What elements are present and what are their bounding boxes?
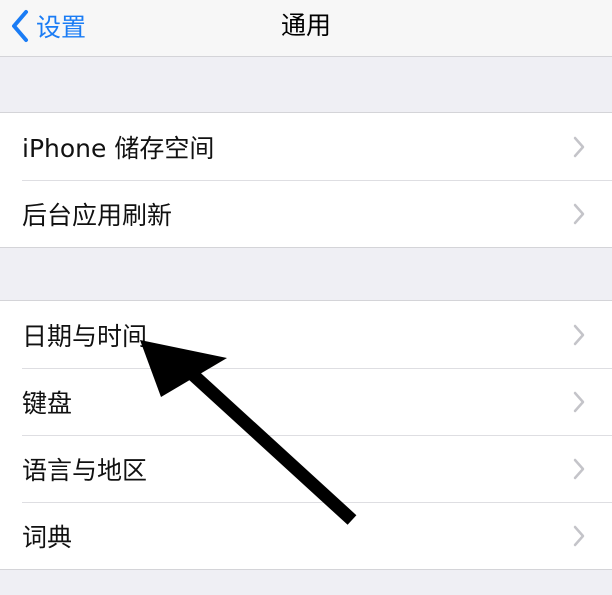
chevron-right-icon [572, 457, 586, 481]
list-item-label: 键盘 [22, 388, 73, 418]
list-item-iphone-storage[interactable]: iPhone 储存空间 [0, 113, 612, 180]
navigation-bar: 设置 通用 [0, 0, 612, 57]
chevron-right-icon [572, 135, 586, 159]
list-item-background-app-refresh[interactable]: 后台应用刷新 [0, 180, 612, 247]
page-title: 通用 [280, 11, 331, 40]
list-item-label: 后台应用刷新 [22, 200, 173, 230]
chevron-right-icon [572, 390, 586, 414]
list-item-label: 日期与时间 [22, 321, 148, 351]
list-item-label: 词典 [22, 522, 73, 552]
chevron-right-icon [572, 323, 586, 347]
chevron-right-icon [572, 202, 586, 226]
list-item-date-time[interactable]: 日期与时间 [0, 301, 612, 368]
settings-group-locale: 日期与时间 键盘 语言与地区 词典 [0, 300, 612, 570]
list-item-label: iPhone 储存空间 [22, 133, 215, 163]
list-item-language-region[interactable]: 语言与地区 [0, 435, 612, 502]
chevron-right-icon [572, 524, 586, 548]
settings-group-storage: iPhone 储存空间 后台应用刷新 [0, 112, 612, 248]
list-item-keyboard[interactable]: 键盘 [0, 368, 612, 435]
list-item-label: 语言与地区 [22, 455, 148, 485]
list-item-dictionary[interactable]: 词典 [0, 502, 612, 569]
